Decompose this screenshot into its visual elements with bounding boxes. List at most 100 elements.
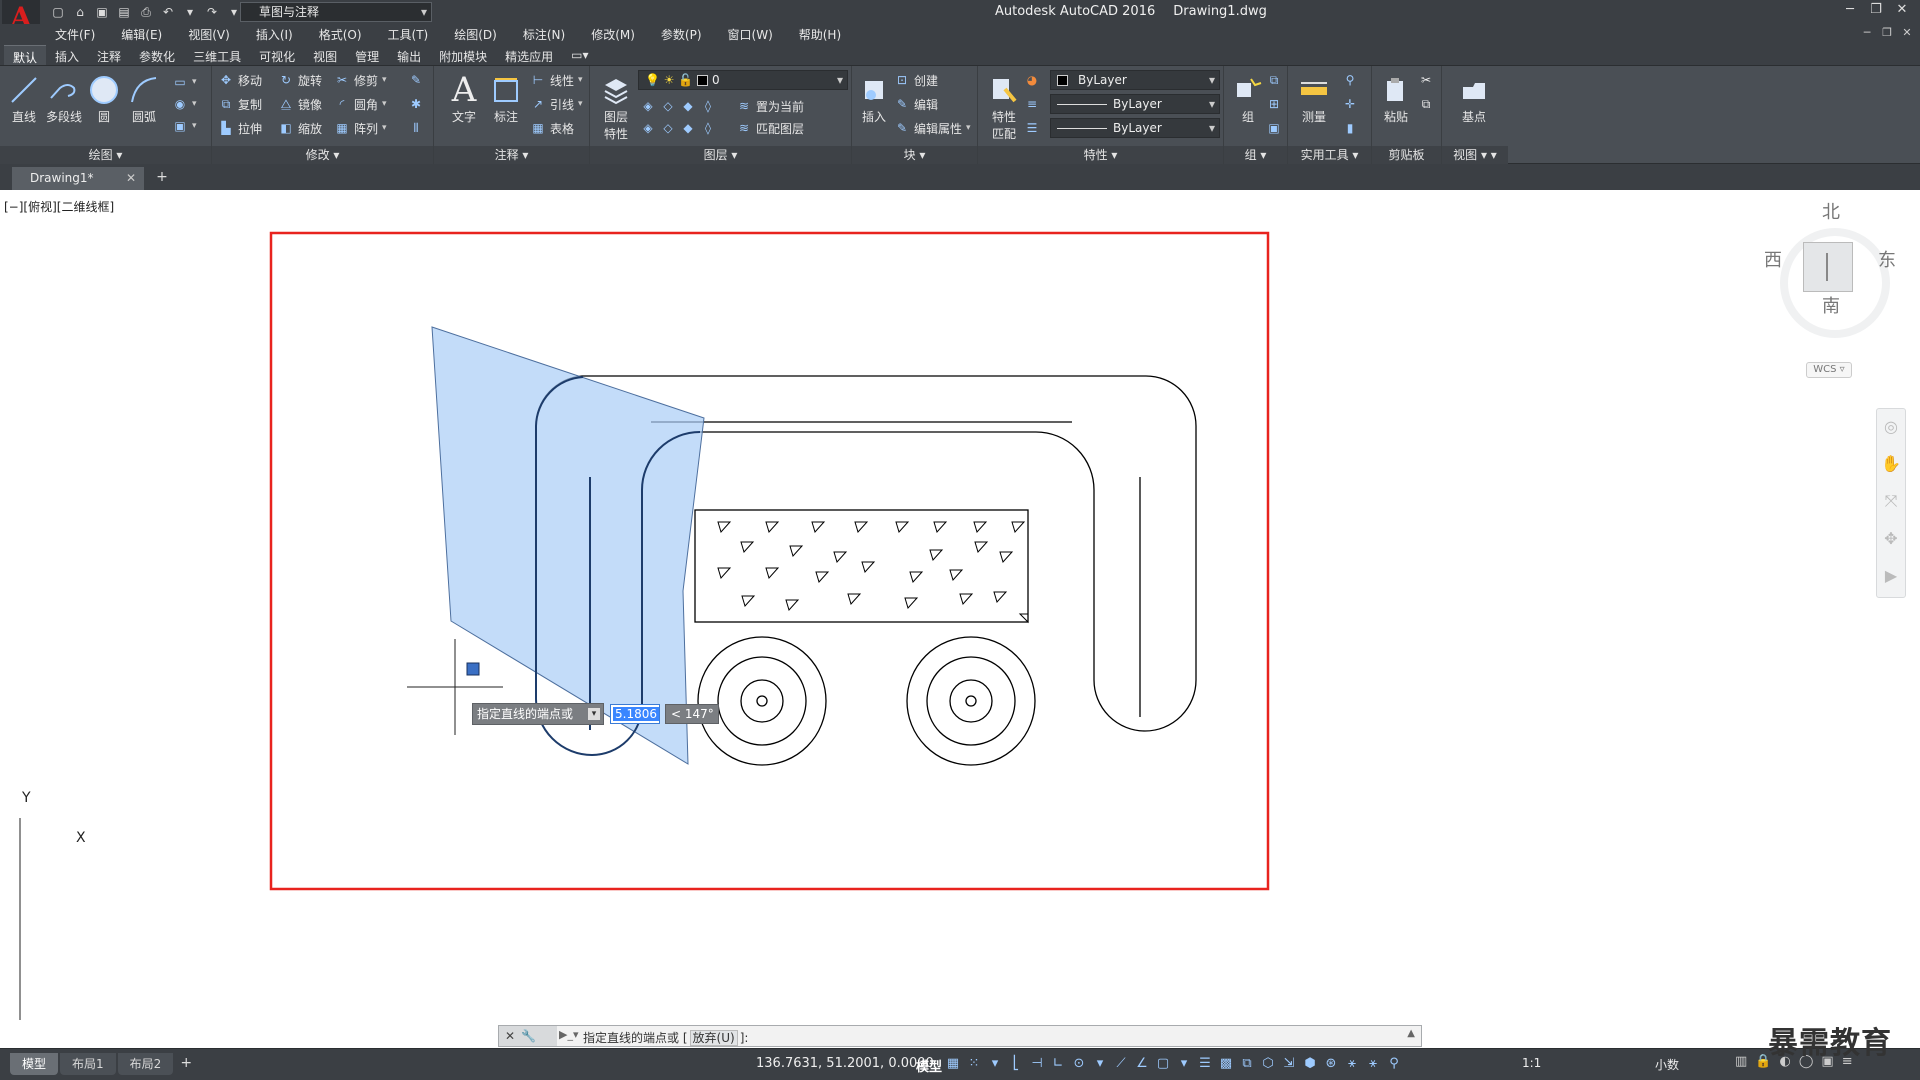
new-file-icon[interactable]: ▢	[48, 3, 68, 21]
redo-icon[interactable]: ↷	[202, 3, 222, 21]
steering-wheel-icon[interactable]: ◎	[1884, 417, 1898, 436]
layer-on-icon[interactable]: ◈	[640, 120, 656, 136]
rectangle-button[interactable]: ▭ ▾	[172, 72, 196, 92]
copy-clip-button[interactable]: ⧉	[1418, 94, 1434, 114]
tab-manage[interactable]: 管理	[346, 45, 388, 65]
menu-help[interactable]: 帮助(H)	[799, 26, 841, 43]
selection-filter-icon[interactable]: ⬢	[1303, 1054, 1317, 1074]
layer-off-icon[interactable]: ◈	[640, 98, 656, 114]
linetype-select[interactable]: ByLayer	[1050, 94, 1220, 114]
compass-west[interactable]: 西	[1764, 246, 1782, 272]
scale-button[interactable]: ◧ 缩放	[278, 118, 322, 138]
undo-dropdown-icon[interactable]: ▾	[180, 3, 200, 21]
menu-format[interactable]: 格式(O)	[319, 26, 362, 43]
auto-scale-icon[interactable]: ⚹	[1366, 1054, 1380, 1074]
view-panel-title[interactable]: 视图 ▾ ▾	[1442, 146, 1508, 164]
menu-file[interactable]: 文件(F)	[55, 26, 95, 43]
model-space-button[interactable]: 模型	[916, 1056, 942, 1075]
trim-button[interactable]: ✂ 修剪 ▾	[334, 70, 387, 90]
tab-parametric[interactable]: 参数化	[130, 45, 184, 65]
isodraft-icon[interactable]: ⟋	[1114, 1054, 1128, 1074]
tab-featured-apps[interactable]: 精选应用	[496, 45, 562, 65]
snap-dropdown-icon[interactable]: ▾	[988, 1054, 1002, 1074]
tab-layout2[interactable]: 布局2	[117, 1053, 174, 1075]
dynamic-input-icon[interactable]: ⊣	[1030, 1054, 1044, 1074]
open-file-icon[interactable]: ⌂	[70, 3, 90, 21]
rotate-button[interactable]: ↻ 旋转	[278, 70, 322, 90]
compass-north[interactable]: 北	[1822, 198, 1840, 224]
properties-panel-title[interactable]: 特性 ▾	[978, 146, 1223, 164]
compass-south[interactable]: 南	[1822, 292, 1840, 318]
tab-output[interactable]: 输出	[388, 45, 430, 65]
boundary-button[interactable]: ▣ ▾	[172, 116, 196, 136]
doc-restore-icon[interactable]: ❐	[1880, 26, 1894, 39]
object-snap-icon[interactable]: ▢	[1156, 1054, 1170, 1074]
tab-3d-tools[interactable]: 三维工具	[184, 45, 250, 65]
linear-dim-button[interactable]: ⊢ 线性 ▾	[530, 70, 583, 90]
tab-model[interactable]: 模型	[10, 1053, 59, 1075]
polyline-button[interactable]: 多段线	[42, 72, 86, 125]
undo-icon[interactable]: ↶	[158, 3, 178, 21]
cut-button[interactable]: ✂	[1418, 70, 1434, 90]
dimension-button[interactable]: 标注	[484, 72, 528, 125]
calculator-button[interactable]: ▮	[1342, 118, 1358, 138]
block-panel-title[interactable]: 块 ▾	[852, 146, 977, 164]
layer-properties-button[interactable]: 图层 特性	[594, 72, 638, 142]
match-properties-button[interactable]: 特性 匹配	[982, 72, 1026, 142]
draw-panel-title[interactable]: 绘图 ▾	[0, 146, 211, 164]
menu-view[interactable]: 视图(V)	[188, 26, 230, 43]
ungroup-button[interactable]: ⧉	[1266, 70, 1282, 90]
length-input[interactable]: 5.1806	[610, 704, 660, 724]
options-arrow-icon[interactable]: ▾	[588, 708, 600, 720]
menu-dimension[interactable]: 标注(N)	[523, 26, 565, 43]
command-line[interactable]: ✕ 🔧 ▶_▾ 指定直线的端点或 [放弃(U)]: ▲	[498, 1025, 1422, 1047]
lineweight-select[interactable]: ByLayer	[1050, 118, 1220, 138]
insert-block-button[interactable]: 插入	[852, 72, 896, 125]
ortho-icon[interactable]: ∟	[1051, 1054, 1065, 1074]
doc-close-icon[interactable]: ✕	[1900, 26, 1914, 39]
layers-panel-title[interactable]: 图层 ▾	[590, 146, 851, 164]
grid-icon[interactable]: ▦	[946, 1054, 960, 1074]
wheel-right[interactable]	[906, 636, 1036, 766]
edit-attributes-button[interactable]: ✎ 编辑属性 ▾	[894, 118, 971, 138]
tab-home[interactable]: 默认	[4, 45, 47, 65]
wheel-left[interactable]	[697, 636, 827, 766]
layer-freeze-icon[interactable]: ◆	[680, 98, 696, 114]
3d-osnap-icon[interactable]: ⬡	[1261, 1054, 1275, 1074]
base-point-button[interactable]: 基点	[1452, 72, 1496, 125]
layer-unisolate-icon[interactable]: ◇	[660, 120, 676, 136]
close-tab-icon[interactable]: ✕	[126, 171, 136, 185]
layer-thaw-icon[interactable]: ◆	[680, 120, 696, 136]
viewcube-top-face[interactable]	[1803, 242, 1853, 292]
lineweight-toggle-icon[interactable]: ☰	[1198, 1054, 1212, 1074]
restore-icon[interactable]: ❐	[1866, 1, 1886, 19]
customize-icon[interactable]: 🔧	[521, 1029, 536, 1043]
mirror-button[interactable]: ⧋ 镜像	[278, 94, 322, 114]
new-tab-button[interactable]: +	[152, 169, 172, 187]
plot-icon[interactable]: ⎙	[136, 3, 156, 21]
tab-insert[interactable]: 插入	[46, 45, 88, 65]
leader-button[interactable]: ↗ 引线 ▾	[530, 94, 583, 114]
polar-dropdown-icon[interactable]: ▾	[1093, 1054, 1107, 1074]
wcs-menu-button[interactable]: WCS ▿	[1806, 362, 1852, 378]
infer-constraints-icon[interactable]: ⎣	[1009, 1054, 1023, 1074]
annotation-scale-icon[interactable]: ⚲	[1387, 1054, 1401, 1074]
group-edit-button[interactable]: ⊞	[1266, 94, 1282, 114]
arc-button[interactable]: 圆弧	[122, 72, 166, 125]
angle-input[interactable]: < 147°	[665, 704, 719, 724]
group-select-button[interactable]: ▣	[1266, 118, 1282, 138]
edit-block-button[interactable]: ✎ 编辑	[894, 94, 938, 114]
annotation-panel-title[interactable]: 注释 ▾	[434, 146, 589, 164]
quick-properties-icon[interactable]: ▥	[1735, 1054, 1747, 1069]
color-select[interactable]: ByLayer	[1050, 70, 1220, 90]
menu-edit[interactable]: 编辑(E)	[121, 26, 162, 43]
zoom-extents-icon[interactable]: ⤧	[1885, 491, 1898, 511]
erase-button[interactable]: ✎	[408, 70, 424, 90]
pan-icon[interactable]: ✋	[1881, 454, 1901, 473]
snap-mode-icon[interactable]: ⁙	[967, 1054, 981, 1074]
tab-annotate[interactable]: 注释	[88, 45, 130, 65]
object-snap-tracking-icon[interactable]: ∠	[1135, 1054, 1149, 1074]
layer-select[interactable]: 💡 ☀ 🔓 0	[638, 70, 848, 90]
menu-modify[interactable]: 修改(M)	[591, 26, 635, 43]
copy-button[interactable]: ⧉ 复制	[218, 94, 262, 114]
